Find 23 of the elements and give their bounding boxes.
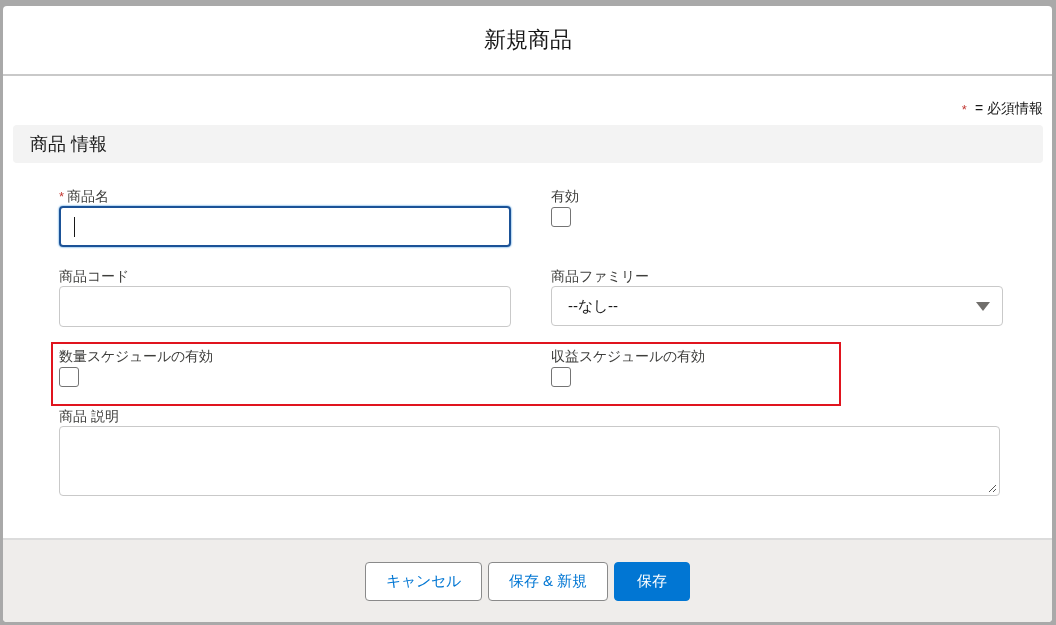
field-label: 商品 説明	[59, 407, 119, 426]
checkbox[interactable]	[551, 207, 571, 227]
field-label: 収益スケジュールの有効	[551, 347, 705, 366]
save-button[interactable]: 保存	[614, 561, 691, 601]
field-label: 商品コード	[59, 267, 129, 286]
footer-button[interactable]: キャンセル	[364, 561, 482, 601]
footer-button[interactable]: 保存 & 新規	[487, 561, 609, 601]
text-input-field[interactable]	[59, 206, 511, 247]
select-dropdown[interactable]: --なし--	[551, 286, 1003, 326]
modal-title: 新規商品	[483, 26, 572, 54]
checkbox[interactable]	[551, 367, 571, 387]
caret-icon	[976, 301, 990, 311]
resize-handle-icon[interactable]	[988, 484, 997, 493]
section-title: 商品 情報	[30, 133, 107, 156]
required-asterisk: *	[961, 101, 967, 117]
field-label: 商品名	[67, 187, 110, 206]
required-note: = 必須情報	[974, 100, 1043, 118]
checkbox[interactable]	[59, 367, 79, 387]
field-label: 数量スケジュールの有効	[59, 347, 213, 366]
field-label: 有効	[551, 187, 579, 206]
textarea-field[interactable]	[59, 426, 1000, 496]
required-asterisk: *	[59, 188, 65, 206]
field-label: 商品ファミリー	[551, 267, 649, 286]
